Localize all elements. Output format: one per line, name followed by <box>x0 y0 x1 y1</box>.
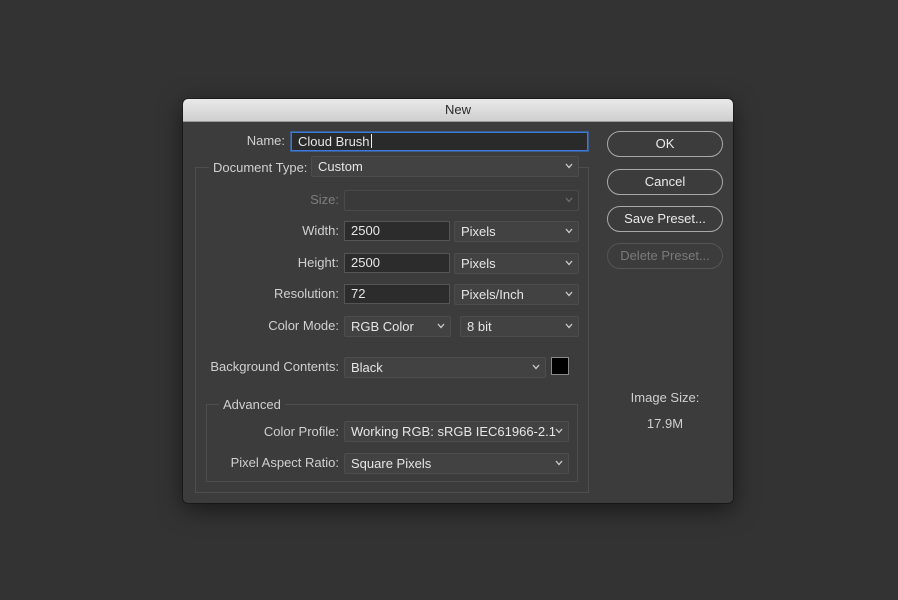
chevron-down-icon <box>565 323 573 329</box>
chevron-down-icon <box>555 428 563 434</box>
resolution-unit-value: Pixels/Inch <box>461 287 524 302</box>
name-label: Name: <box>246 133 285 148</box>
name-input[interactable]: Cloud Brush <box>291 132 588 151</box>
image-size-value: 17.9M <box>646 416 684 431</box>
chevron-down-icon <box>565 260 573 266</box>
height-input[interactable]: 2500 <box>344 253 450 273</box>
document-type-label: Document Type: <box>209 158 312 178</box>
width-label: Width: <box>302 223 339 238</box>
document-type-value: Custom <box>318 159 363 174</box>
chevron-down-icon <box>555 460 563 466</box>
delete-preset-button[interactable]: Delete Preset... <box>607 243 723 269</box>
background-contents-label: Background Contents: <box>210 359 339 374</box>
chevron-down-icon <box>532 364 540 370</box>
advanced-title: Advanced <box>219 395 285 415</box>
background-contents-value: Black <box>351 360 383 375</box>
height-label: Height: <box>297 255 339 270</box>
color-profile-value: Working RGB: sRGB IEC61966-2.1 <box>351 424 556 439</box>
height-unit-select[interactable]: Pixels <box>454 253 579 274</box>
pixel-aspect-value: Square Pixels <box>351 456 432 471</box>
background-color-swatch[interactable] <box>551 357 569 375</box>
background-contents-select[interactable]: Black <box>344 357 546 378</box>
width-input[interactable]: 2500 <box>344 221 450 241</box>
text-caret <box>370 134 372 148</box>
width-unit-value: Pixels <box>461 224 496 239</box>
document-type-select[interactable]: Custom <box>311 156 579 177</box>
chevron-down-icon <box>565 197 573 203</box>
color-profile-label: Color Profile: <box>263 424 339 439</box>
bit-depth-select[interactable]: 8 bit <box>460 316 579 337</box>
resolution-input[interactable]: 72 <box>344 284 450 304</box>
size-label: Size: <box>310 192 339 207</box>
save-preset-button[interactable]: Save Preset... <box>607 206 723 232</box>
height-unit-value: Pixels <box>461 256 496 271</box>
resolution-unit-select[interactable]: Pixels/Inch <box>454 284 579 305</box>
chevron-down-icon <box>565 228 573 234</box>
color-mode-select[interactable]: RGB Color <box>344 316 451 337</box>
resolution-label: Resolution: <box>273 286 339 301</box>
cancel-button[interactable]: Cancel <box>607 169 723 195</box>
pixel-aspect-label: Pixel Aspect Ratio: <box>230 455 339 470</box>
name-value: Cloud Brush <box>298 134 370 149</box>
size-select[interactable] <box>344 190 579 211</box>
dialog-title: New <box>183 99 733 122</box>
chevron-down-icon <box>565 291 573 297</box>
chevron-down-icon <box>437 323 445 329</box>
image-size-label: Image Size: <box>630 390 700 405</box>
new-document-dialog: New Name: Cloud Brush Document Type: Cus… <box>183 99 733 503</box>
chevron-down-icon <box>565 163 573 169</box>
color-profile-select[interactable]: Working RGB: sRGB IEC61966-2.1 <box>344 421 569 442</box>
color-mode-value: RGB Color <box>351 319 414 334</box>
width-unit-select[interactable]: Pixels <box>454 221 579 242</box>
color-mode-label: Color Mode: <box>268 318 339 333</box>
bit-depth-value: 8 bit <box>467 319 492 334</box>
ok-button[interactable]: OK <box>607 131 723 157</box>
pixel-aspect-select[interactable]: Square Pixels <box>344 453 569 474</box>
